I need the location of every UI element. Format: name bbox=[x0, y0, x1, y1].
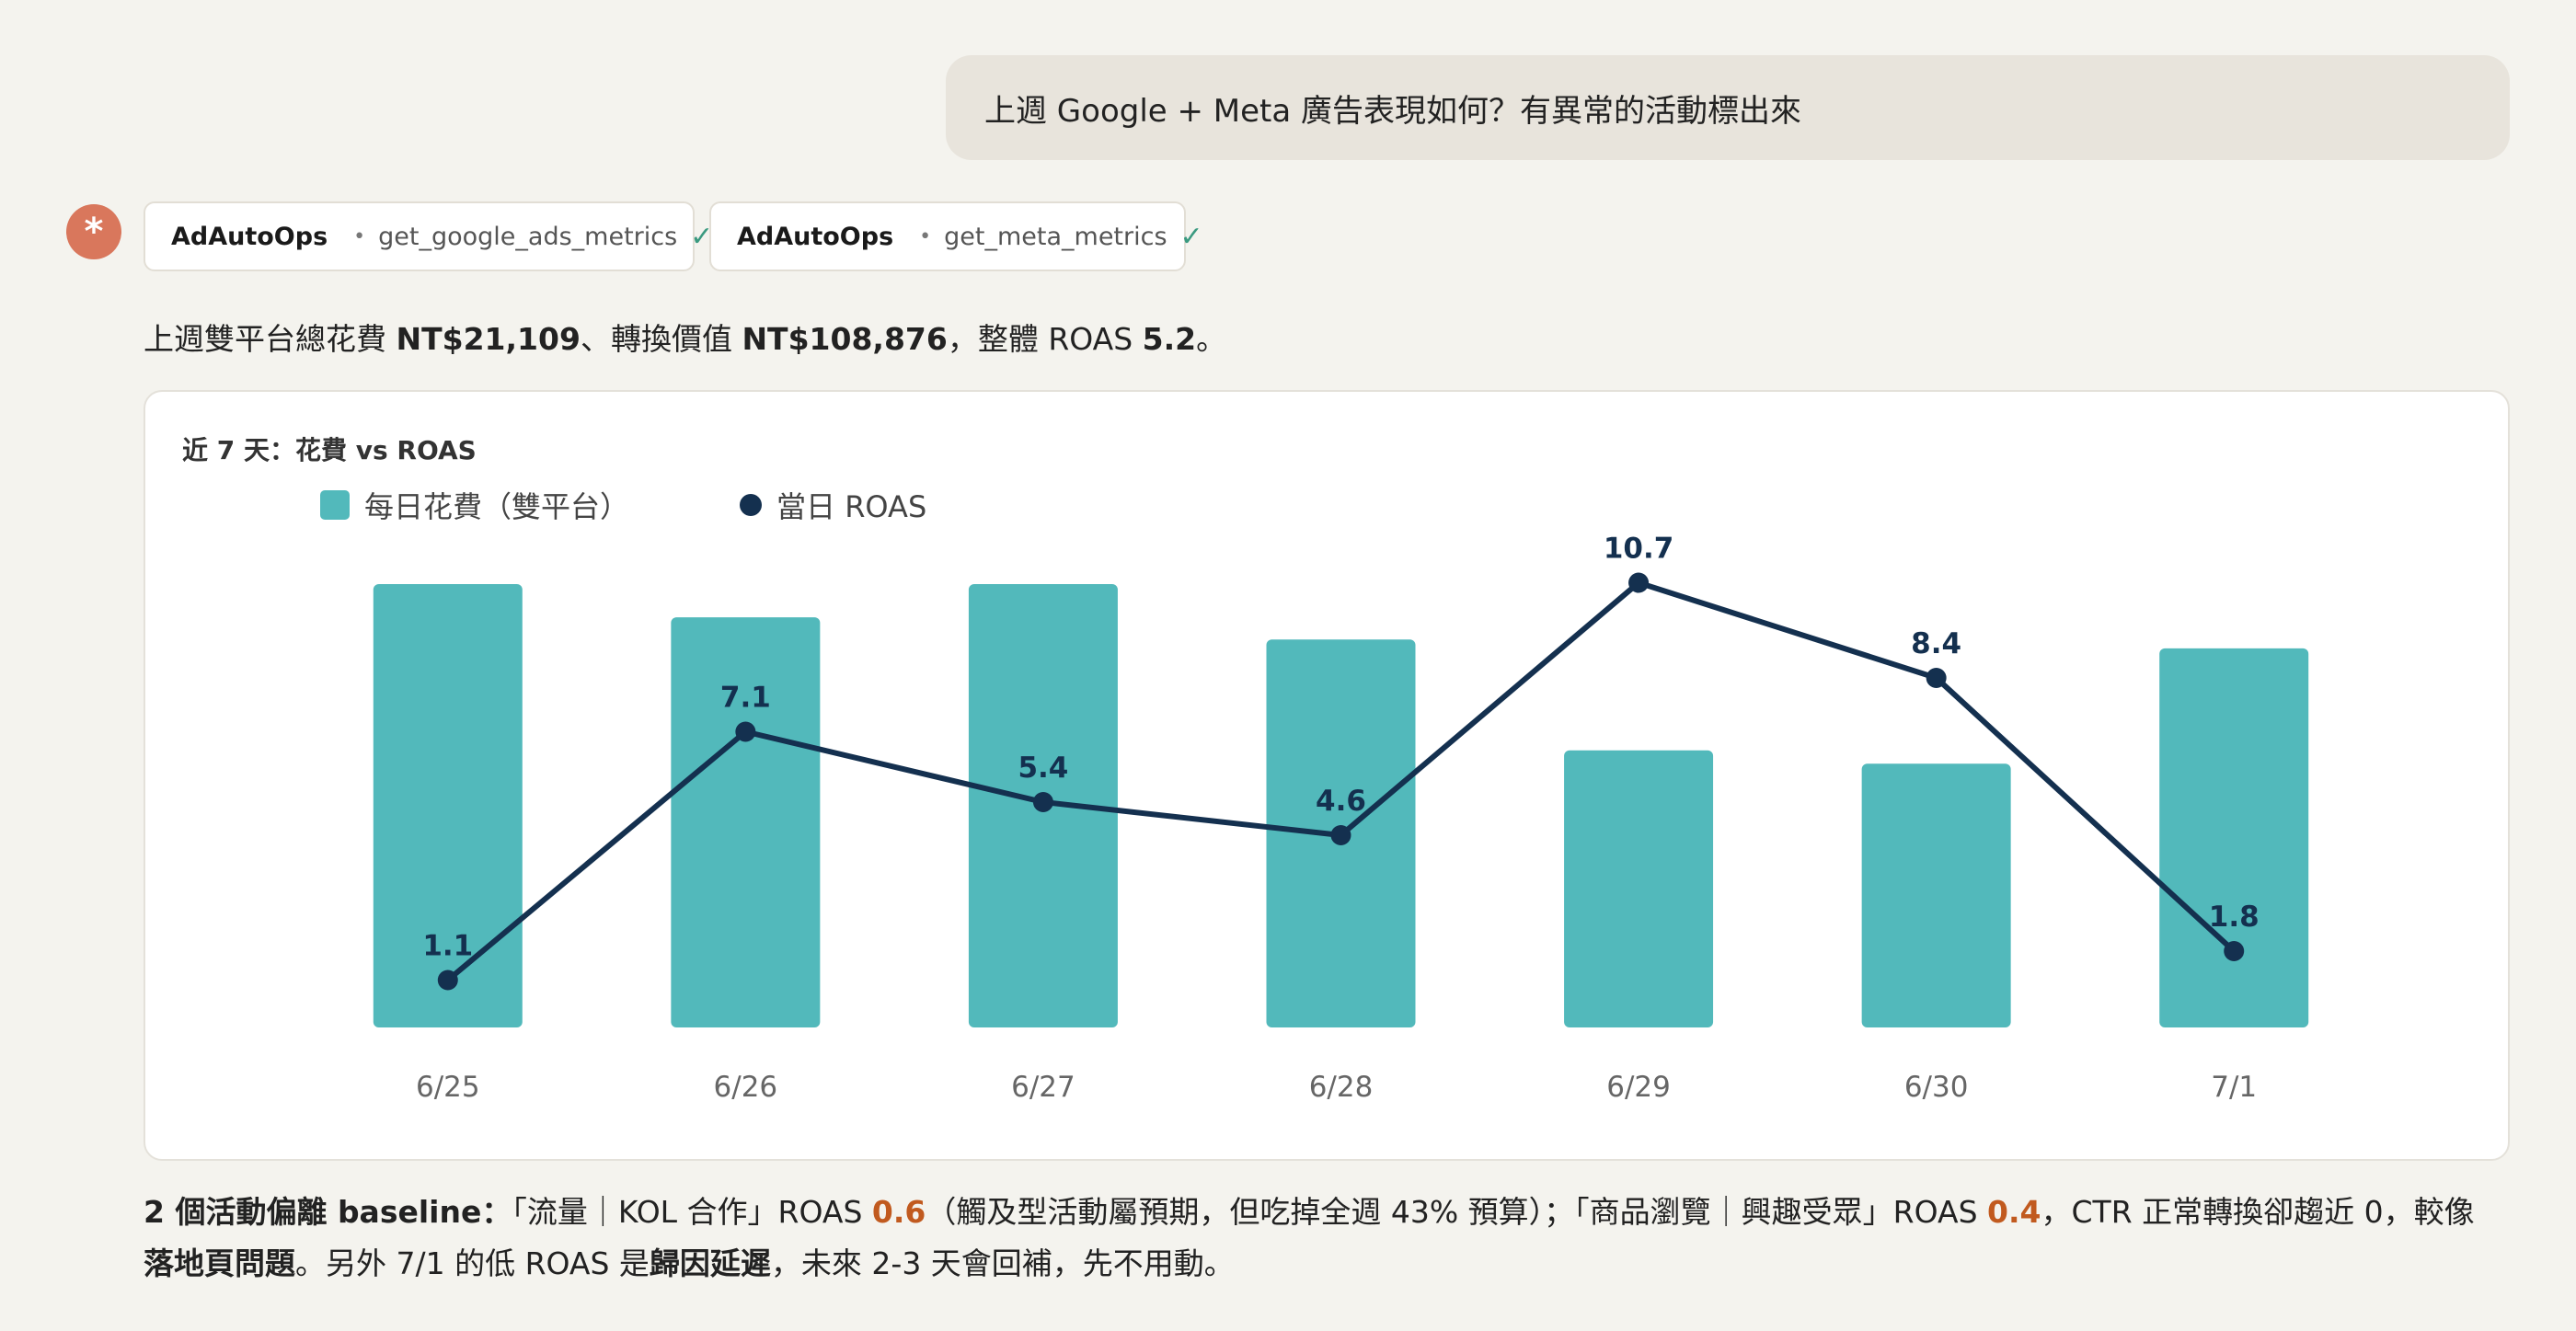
roas-data-label: 5.4 bbox=[1018, 752, 1068, 785]
bar-7/1 bbox=[2159, 648, 2309, 1027]
x-tick-label: 6/28 bbox=[1309, 1071, 1374, 1104]
bar-6/29 bbox=[1564, 750, 1714, 1027]
anomaly-roas-kol: 0.6 bbox=[871, 1194, 926, 1230]
roas-point bbox=[437, 970, 458, 991]
roas-point bbox=[1628, 572, 1650, 593]
x-tick-label: 6/29 bbox=[1606, 1071, 1671, 1104]
roas-point bbox=[735, 721, 756, 742]
x-tick-label: 6/30 bbox=[1904, 1071, 1969, 1104]
bar-6/30 bbox=[1861, 763, 2011, 1027]
roas-data-label: 8.4 bbox=[1911, 627, 1961, 660]
bar-6/26 bbox=[671, 617, 821, 1027]
x-tick-label: 6/27 bbox=[1011, 1071, 1075, 1104]
x-tick-label: 6/26 bbox=[714, 1071, 778, 1104]
roas-point bbox=[1926, 668, 1947, 688]
roas-data-label: 7.1 bbox=[720, 682, 771, 715]
anomaly-note: 2 個活動偏離 baseline：「流量｜KOL 合作」ROAS 0.6（觸及型… bbox=[144, 1194, 2475, 1281]
roas-point bbox=[1032, 792, 1053, 812]
chart-plot: 6/25 6/26 6/27 6/28 6/29 6/30 7/1 1.1 7.1 5.4 4.6 1… bbox=[373, 533, 2309, 1104]
roas-data-label: 10.7 bbox=[1604, 533, 1674, 566]
roas-data-label: 1.8 bbox=[2209, 901, 2260, 934]
roas-data-label: 4.6 bbox=[1316, 785, 1366, 818]
anomaly-roas-browse: 0.4 bbox=[1987, 1194, 2041, 1230]
x-tick-label: 7/1 bbox=[2211, 1071, 2257, 1104]
roas-point bbox=[2224, 941, 2245, 961]
x-tick-label: 6/25 bbox=[416, 1071, 480, 1104]
roas-data-label: 1.1 bbox=[422, 930, 473, 963]
roas-point bbox=[1330, 825, 1351, 845]
